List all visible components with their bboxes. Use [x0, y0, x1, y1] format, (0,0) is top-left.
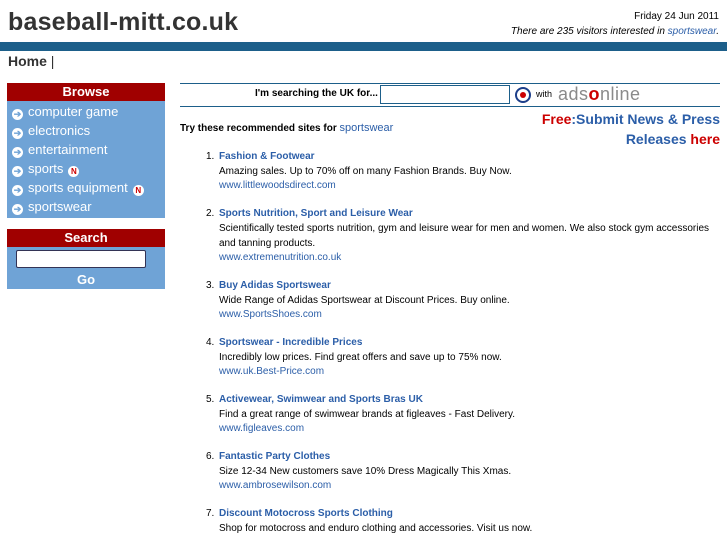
sidebar-item-sportswear[interactable]: ➔ sportswear [7, 197, 165, 216]
result-description: Incredibly low prices. Find great offers… [219, 352, 502, 363]
result-url[interactable]: www.littlewoodsdirect.com [219, 179, 720, 193]
result-url[interactable]: www.figleaves.com [219, 422, 720, 436]
sidebar-item-label: sports equipment [28, 180, 128, 195]
header-divider-bar [0, 42, 727, 51]
list-item: 6. Fantastic Party Clothes Size 12-34 New … [200, 450, 720, 493]
result-number: 2. [206, 208, 215, 219]
go-button[interactable]: Go [7, 272, 165, 287]
list-item: 5. Activewear, Swimwear and Sports Bras U… [200, 393, 720, 436]
sidebar-item-label: electronics [28, 123, 91, 138]
intro-text: Try these recommended sites for [180, 123, 340, 134]
visitor-text: There are 235 visitors interested in [510, 26, 668, 37]
list-item: 4. Sportswear - Incredible Prices Incredib… [200, 336, 720, 379]
visitor-topic-link[interactable]: sportswear [668, 26, 717, 37]
sidebar-item-computer-game[interactable]: ➔ computer game [7, 102, 165, 121]
result-url[interactable]: www.extremenutrition.co.uk [219, 251, 720, 265]
arrow-right-icon: ➔ [12, 128, 23, 139]
result-description: Size 12-34 New customers save 10% Dress … [219, 466, 512, 477]
promo-free: Free [541, 111, 572, 127]
sidebar-item-label: computer game [28, 104, 119, 119]
with-text: with [536, 89, 553, 99]
promo-line-1: Free:Submit News & Press [542, 109, 720, 129]
sidebar-item-label: sports [28, 161, 64, 176]
sidebar-item-label: entertainment [28, 142, 108, 157]
result-number: 7. [206, 508, 215, 519]
arrow-right-icon: ➔ [12, 109, 23, 120]
result-description: Scientifically tested sports nutrition, … [219, 223, 710, 249]
breadcrumb-separator: | [50, 53, 55, 69]
uk-search-bar: I'm searching the UK for... with adsonli… [180, 83, 720, 107]
result-url[interactable]: www.uk.Best-Price.com [219, 365, 720, 379]
promo-line-2: Releases here [542, 129, 720, 149]
result-title-link[interactable]: Buy Adidas Sportswear [219, 279, 720, 293]
visitor-count: There are 235 visitors interested in spo… [511, 26, 719, 37]
search-panel: Go [7, 247, 165, 289]
logo-part: ads [558, 84, 589, 104]
result-url[interactable]: www.ambrosewilson.com [219, 479, 720, 493]
result-number: 4. [206, 337, 215, 348]
result-url[interactable]: www.SportsShoes.com [219, 308, 720, 322]
breadcrumb: Home | [8, 53, 54, 69]
result-number: 6. [206, 451, 215, 462]
sidebar-item-sports[interactable]: ➔ sports N [7, 159, 165, 178]
result-description: Find a great range of swimwear brands at… [219, 409, 516, 420]
arrow-right-icon: ➔ [12, 204, 23, 215]
result-title-link[interactable]: Activewear, Swimwear and Sports Bras UK [219, 393, 720, 407]
results-list: 1. Fashion & Footwear Amazing sales. Up to… [200, 150, 720, 550]
intro-topic-link[interactable]: sportswear [340, 122, 394, 134]
browse-list: ➔ computer game ➔ electronics ➔ entertainme… [7, 101, 165, 218]
browse-heading: Browse [7, 83, 165, 101]
result-description: Shop for motocross and enduro clothing a… [219, 523, 533, 534]
list-item: 7. Discount Motocross Sports Clothing Shop… [200, 507, 720, 536]
result-number: 5. [206, 394, 215, 405]
recommendation-intro: Try these recommended sites for sportswe… [180, 122, 393, 134]
arrow-right-icon: ➔ [12, 147, 23, 158]
promo-here-link[interactable]: here [690, 131, 720, 147]
search-heading: Search [7, 229, 165, 247]
result-title-link[interactable]: Discount Motocross Sports Clothing [219, 507, 720, 521]
uk-search-input[interactable] [380, 85, 510, 104]
result-title-link[interactable]: Fashion & Footwear [219, 150, 720, 164]
result-description: Amazing sales. Up to 70% off on many Fas… [219, 166, 512, 177]
adsonline-logo[interactable]: adsonline [558, 84, 641, 105]
visitor-suffix: . [716, 26, 719, 37]
list-item: 1. Fashion & Footwear Amazing sales. Up to… [200, 150, 720, 193]
arrow-right-icon: ➔ [12, 166, 23, 177]
sidebar-item-label: sportswear [28, 199, 92, 214]
sidebar-item-entertainment[interactable]: ➔ entertainment [7, 140, 165, 159]
date-display: Friday 24 Jun 2011 [634, 11, 719, 22]
submit-press-promo[interactable]: Free:Submit News & Press Releases here [542, 109, 720, 149]
home-link[interactable]: Home [8, 53, 47, 69]
result-number: 3. [206, 280, 215, 291]
promo-text: Releases [625, 131, 691, 147]
list-item: 3. Buy Adidas Sportswear Wide Range of Adi… [200, 279, 720, 322]
result-description: Wide Range of Adidas Sportswear at Disco… [219, 295, 510, 306]
sidebar-search: Search Go [7, 229, 165, 289]
logo-part: nline [600, 84, 641, 104]
site-title[interactable]: baseball-mitt.co.uk [8, 8, 238, 37]
result-title-link[interactable]: Sports Nutrition, Sport and Leisure Wear [219, 207, 720, 221]
result-title-link[interactable]: Fantastic Party Clothes [219, 450, 720, 464]
sidebar-search-input[interactable] [16, 250, 146, 268]
sidebar-item-sports-equipment[interactable]: ➔ sports equipment N [7, 178, 165, 197]
browse-sidebar: Browse ➔ computer game ➔ electronics ➔ ente… [7, 83, 165, 218]
logo-o: o [588, 84, 601, 104]
result-title-link[interactable]: Sportswear - Incredible Prices [219, 336, 720, 350]
list-item: 2. Sports Nutrition, Sport and Leisure We… [200, 207, 720, 265]
promo-text: :Submit News & Press [571, 111, 720, 127]
sidebar-item-electronics[interactable]: ➔ electronics [7, 121, 165, 140]
target-logo-icon [515, 87, 531, 103]
new-badge-icon: N [132, 185, 144, 196]
uk-search-label: I'm searching the UK for... [255, 88, 378, 99]
arrow-right-icon: ➔ [12, 185, 23, 196]
new-badge-icon: N [68, 166, 80, 177]
result-number: 1. [206, 151, 215, 162]
